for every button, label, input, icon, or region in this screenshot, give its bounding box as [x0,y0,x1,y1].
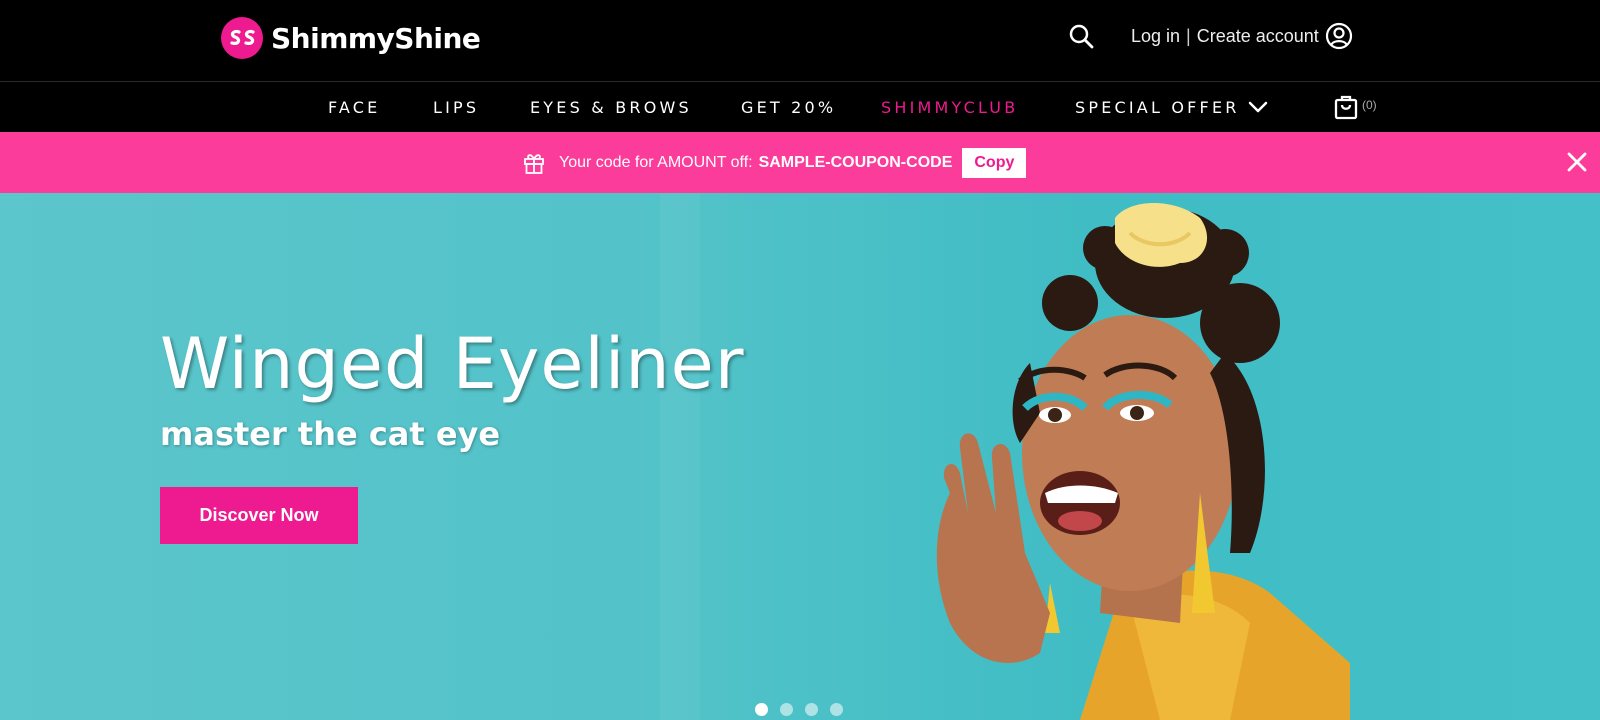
nav-item-lips[interactable]: LIPS [433,83,479,132]
cart-count: (0) [1362,98,1377,112]
gift-icon [524,154,544,174]
promo-banner: Your code for AMOUNT off: SAMPLE-COUPON-… [0,132,1600,193]
create-account-link[interactable]: Create account [1197,26,1319,47]
login-link[interactable]: Log in [1131,26,1180,47]
carousel-dot-2[interactable] [780,703,793,716]
nav-item-special-offer[interactable]: SPECIAL OFFER [1075,83,1268,132]
hero-title: Winged Eyeliner [160,323,745,405]
nav-item-eyes-brows[interactable]: EYES & BROWS [530,83,692,132]
hero-subtitle: master the cat eye [160,415,501,453]
user-icon[interactable] [1325,22,1353,50]
carousel-dots [755,703,843,716]
chevron-down-icon [1248,101,1267,112]
account-links: Log in | Create account [1131,22,1353,50]
brand-name: ShimmyShine [271,21,481,55]
hero-banner: Winged Eyeliner master the cat eye Disco… [0,193,1600,720]
close-icon[interactable] [1566,151,1588,173]
discover-now-button[interactable]: Discover Now [160,487,358,544]
logo-mark-icon [221,17,263,59]
hero-model-image [936,203,1350,720]
special-offer-label: SPECIAL OFFER [1075,98,1240,117]
coupon-code: SAMPLE-COUPON-CODE [758,154,953,171]
nav-item-get-20[interactable]: GET 20% [741,83,836,132]
search-icon[interactable] [1067,22,1095,50]
shopping-bag-icon [1334,95,1358,120]
account-separator: | [1186,25,1191,46]
promo-content: Your code for AMOUNT off: SAMPLE-COUPON-… [523,148,1027,178]
carousel-dot-4[interactable] [830,703,843,716]
top-header: ShimmyShine Log in | Create account [0,0,1600,82]
carousel-dot-3[interactable] [805,703,818,716]
cart-button[interactable]: (0) [1334,94,1377,122]
brand-logo[interactable]: ShimmyShine [221,16,481,60]
hero-backdrop-shade [660,193,700,720]
promo-text: Your code for AMOUNT off: [559,154,753,171]
carousel-dot-1[interactable] [755,703,768,716]
copy-code-button[interactable]: Copy [962,148,1027,178]
nav-item-face[interactable]: FACE [328,83,380,132]
nav-item-shimmyclub[interactable]: SHIMMYCLUB [881,83,1018,132]
